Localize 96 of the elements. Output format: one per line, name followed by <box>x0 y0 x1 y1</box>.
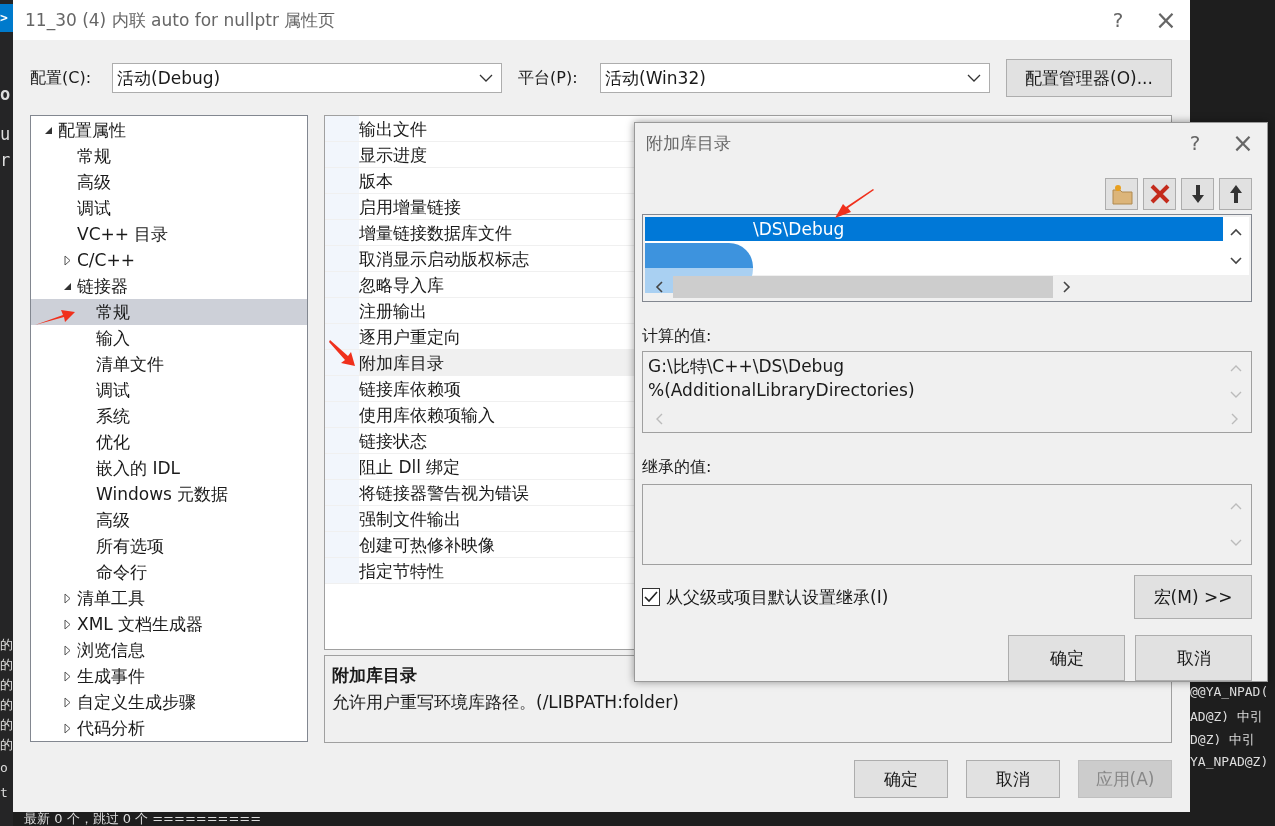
background-code-text: o <box>0 84 11 104</box>
collapsed-triangle-icon[interactable] <box>64 670 71 682</box>
background-code-text: 的 <box>0 636 13 654</box>
collapsed-triangle-icon[interactable] <box>64 644 71 656</box>
dialog-button[interactable]: 取消 <box>1135 635 1252 681</box>
config-label: 配置(C): <box>30 67 93 89</box>
output-text: 最新 0 个，跳过 0 个 ========== <box>24 812 262 826</box>
background-code-text: 的 <box>0 676 13 694</box>
background-code-text: 的 <box>0 716 13 734</box>
tree-item[interactable]: 浏览信息 <box>31 637 307 663</box>
checkmark-icon <box>644 591 658 603</box>
scroll-up-icon <box>1230 501 1242 510</box>
config-dropdown[interactable]: 活动(Debug) <box>112 63 502 93</box>
tree-item[interactable]: 配置属性 <box>31 117 307 143</box>
platform-dropdown[interactable]: 活动(Win32) <box>600 63 990 93</box>
scrollbar-thumb[interactable] <box>673 276 1053 298</box>
close-button[interactable]: × <box>1219 123 1267 163</box>
tree-item[interactable]: 生成事件 <box>31 663 307 689</box>
tree-item[interactable]: 高级 <box>31 507 307 533</box>
annotation-arrow <box>33 309 77 327</box>
config-manager-button[interactable]: 配置管理器(O)... <box>1006 59 1172 97</box>
delete-button[interactable] <box>1143 178 1176 210</box>
move-down-button[interactable] <box>1181 178 1214 210</box>
background-code-text: 的 <box>0 696 13 714</box>
collapsed-triangle-icon[interactable] <box>64 254 71 266</box>
window-title: 11_30 (4) 内联 auto for nullptr 属性页 <box>25 8 337 32</box>
tree-item[interactable]: C/C++ <box>31 247 307 273</box>
tree-item[interactable]: Windows 元数据 <box>31 481 307 507</box>
tree-item[interactable]: 常规 <box>31 299 307 325</box>
collapsed-triangle-icon[interactable] <box>64 592 71 604</box>
help-button[interactable]: ? <box>1171 123 1219 163</box>
tree-item[interactable]: 调试 <box>31 195 307 221</box>
tree-item[interactable]: 清单文件 <box>31 351 307 377</box>
dialog-button[interactable]: 取消 <box>966 760 1060 798</box>
tree-item[interactable]: 输入 <box>31 325 307 351</box>
collapsed-triangle-icon[interactable] <box>64 722 71 734</box>
tree-item[interactable]: 代码分析 <box>31 715 307 741</box>
background-code-text: @@YA_NPAD( <box>1190 684 1269 699</box>
background-code-text: D@Z) 中引 <box>1190 731 1256 749</box>
scroll-down-icon <box>1230 390 1242 399</box>
tree-item[interactable]: 高级 <box>31 169 307 195</box>
dialog-button[interactable]: 确定 <box>1008 635 1125 681</box>
macros-button[interactable]: 宏(M) >> <box>1134 575 1252 619</box>
background-code-text: YA_NPAD@Z) <box>1190 754 1269 769</box>
background-code-text: r <box>0 150 11 170</box>
tree-item[interactable]: XML 文档生成器 <box>31 611 307 637</box>
evaluated-value-text: G:\比特\C++\DS\Debug <box>648 355 845 378</box>
evaluated-value-text: %(AdditionalLibraryDirectories) <box>648 379 916 402</box>
close-button[interactable]: × <box>1142 0 1190 40</box>
help-button[interactable]: ? <box>1094 0 1142 40</box>
inherited-value-label: 继承的值: <box>642 457 713 478</box>
background-code-text: o <box>0 760 8 775</box>
collapsed-triangle-icon[interactable] <box>64 696 71 708</box>
arrow-down-icon <box>1189 184 1206 204</box>
collapsed-triangle-icon[interactable] <box>64 618 71 630</box>
tree-item[interactable]: 常规 <box>31 143 307 169</box>
scroll-left-icon <box>655 281 663 293</box>
tree-item[interactable]: 命令行 <box>31 559 307 585</box>
background-code-text: t <box>0 785 8 800</box>
evaluated-value-label: 计算的值: <box>642 326 713 347</box>
tree-item[interactable]: VC++ 目录 <box>31 221 307 247</box>
move-up-button[interactable] <box>1219 178 1252 210</box>
arrow-up-icon <box>1227 184 1244 204</box>
background-code-text: 的 <box>0 656 13 674</box>
scroll-right-icon <box>1063 281 1071 293</box>
tree-item[interactable]: 嵌入的 IDL <box>31 455 307 481</box>
tree-item[interactable]: 所有选项 <box>31 533 307 559</box>
tree-item[interactable]: 优化 <box>31 429 307 455</box>
scroll-right-icon <box>1231 413 1239 425</box>
expanded-triangle-icon[interactable] <box>63 281 72 291</box>
folder-star-icon <box>1109 183 1134 205</box>
inherit-checkbox[interactable]: 从父级或项目默认设置继承(I) <box>642 585 889 609</box>
background-code-text: u <box>0 124 11 144</box>
dialog-button[interactable]: 确定 <box>854 760 948 798</box>
background-code-text: 的 <box>0 736 13 754</box>
x-icon <box>1148 183 1171 205</box>
tree-item[interactable]: 调试 <box>31 377 307 403</box>
tree-item[interactable]: 自定义生成步骤 <box>31 689 307 715</box>
scroll-up-icon <box>1230 227 1242 236</box>
platform-label: 平台(P): <box>518 67 579 89</box>
chevron-down-icon <box>967 74 981 82</box>
tree-item[interactable]: 清单工具 <box>31 585 307 611</box>
background-code-text: > <box>0 4 13 32</box>
tree-item[interactable]: 系统 <box>31 403 307 429</box>
expanded-triangle-icon[interactable] <box>44 125 53 135</box>
chevron-down-icon <box>479 74 493 82</box>
scroll-left-icon <box>655 413 663 425</box>
scroll-down-icon <box>1230 539 1242 548</box>
background-code-text: AD@Z) 中引 <box>1190 708 1263 726</box>
description-text: 允许用户重写环境库路径。(/LIBPATH:folder) <box>332 691 680 714</box>
description-title: 附加库目录 <box>332 664 418 687</box>
annotation-arrow <box>834 188 876 220</box>
scroll-down-icon <box>1230 256 1242 265</box>
annotation-arrow <box>328 338 358 368</box>
tree-item[interactable]: 链接器 <box>31 273 307 299</box>
scroll-up-icon <box>1230 363 1242 372</box>
